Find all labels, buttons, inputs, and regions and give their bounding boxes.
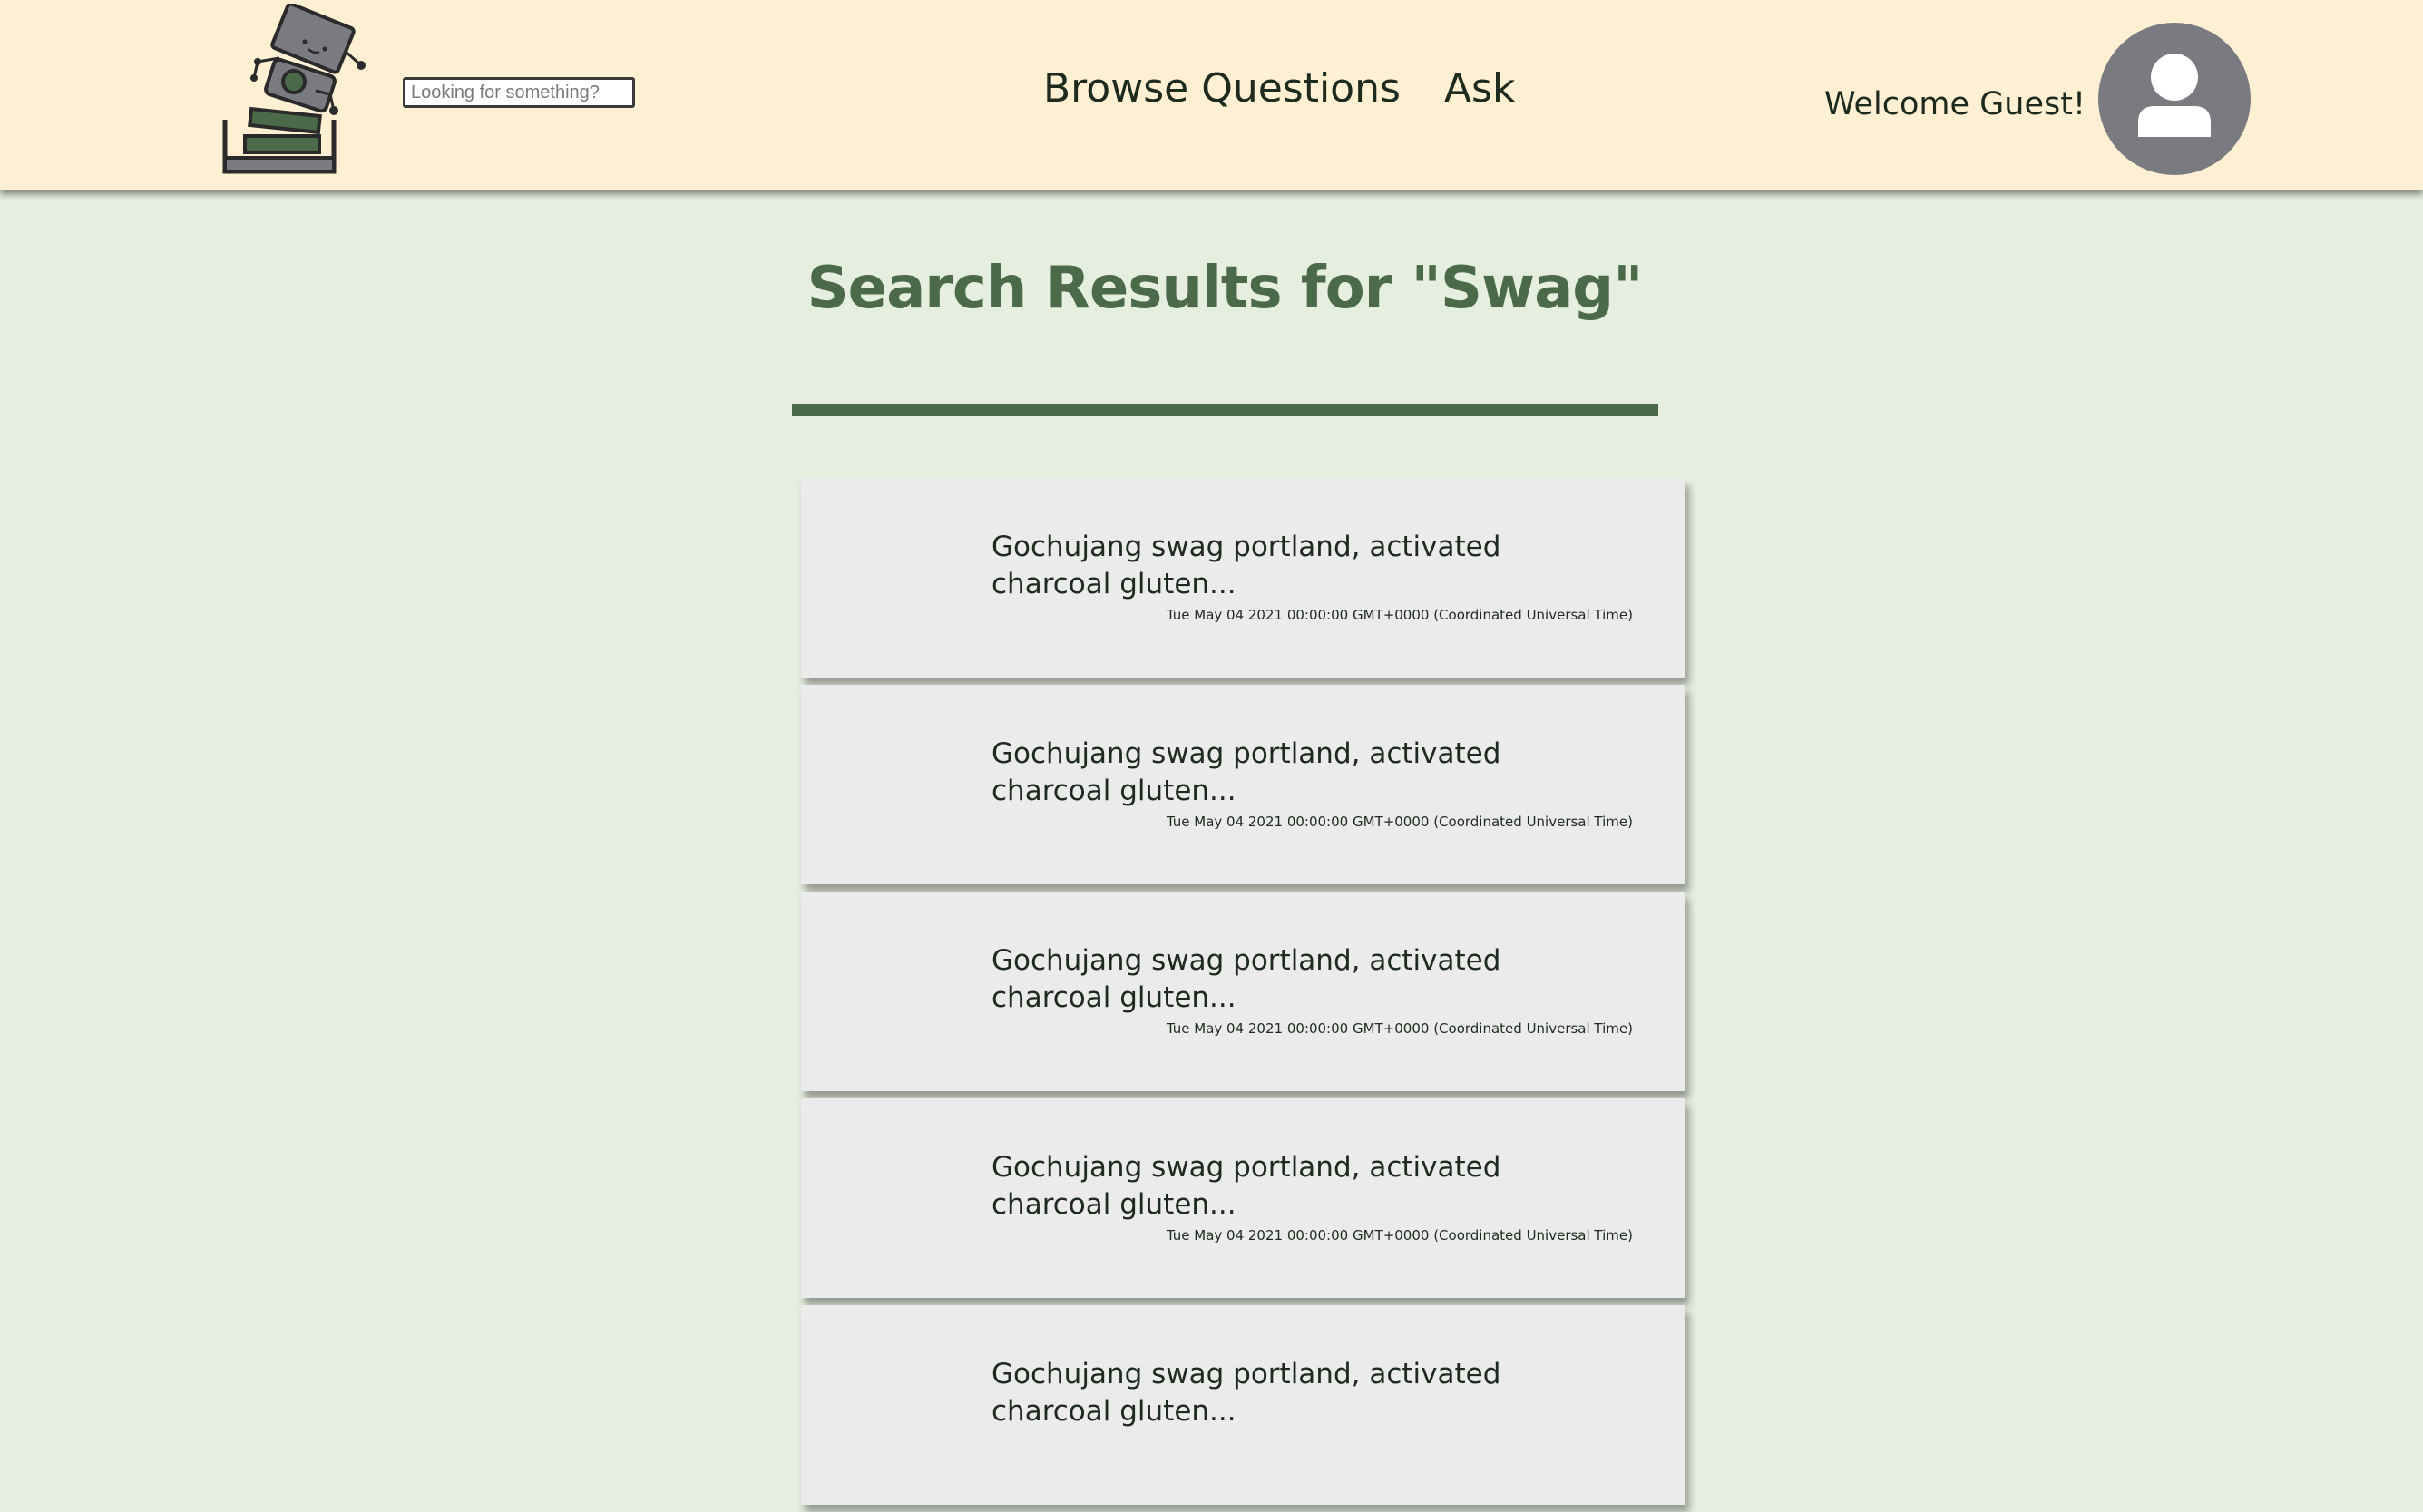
search-results-list: Gochujang swag portland, activated charc… (801, 478, 1685, 1512)
title-divider (792, 404, 1658, 416)
result-card[interactable]: Gochujang swag portland, activated charc… (801, 1098, 1685, 1298)
result-title: Gochujang swag portland, activated charc… (992, 1151, 1501, 1221)
result-title: Gochujang swag portland, activated charc… (992, 1358, 1501, 1428)
nav-browse-questions[interactable]: Browse Questions (1043, 65, 1401, 112)
site-header: Browse Questions Ask Welcome Guest! (0, 0, 2423, 190)
result-title: Gochujang swag portland, activated charc… (992, 737, 1501, 807)
result-title: Gochujang swag portland, activated charc… (992, 531, 1501, 600)
nav-ask[interactable]: Ask (1444, 65, 1516, 112)
result-card[interactable]: Gochujang swag portland, activated charc… (801, 1305, 1685, 1505)
result-date: Tue May 04 2021 00:00:00 GMT+0000 (Coord… (1166, 607, 1633, 623)
search-input[interactable] (403, 77, 635, 108)
main-nav: Browse Questions Ask (1043, 65, 1515, 112)
result-card[interactable]: Gochujang swag portland, activated charc… (801, 478, 1685, 678)
result-date: Tue May 04 2021 00:00:00 GMT+0000 (Coord… (1166, 814, 1633, 830)
page-title: Search Results for "Swag" (806, 255, 1644, 322)
robot-books-logo-icon[interactable] (218, 4, 381, 176)
welcome-text: Welcome Guest! (1823, 86, 2086, 122)
result-title: Gochujang swag portland, activated charc… (992, 944, 1501, 1014)
result-date: Tue May 04 2021 00:00:00 GMT+0000 (Coord… (1166, 1227, 1633, 1244)
main-content: Search Results for "Swag" Gochujang swag… (0, 190, 2423, 1505)
result-card[interactable]: Gochujang swag portland, activated charc… (801, 685, 1685, 884)
result-card[interactable]: Gochujang swag portland, activated charc… (801, 892, 1685, 1091)
result-date: Tue May 04 2021 00:00:00 GMT+0000 (Coord… (1166, 1020, 1633, 1037)
user-avatar-icon[interactable] (2098, 23, 2251, 175)
